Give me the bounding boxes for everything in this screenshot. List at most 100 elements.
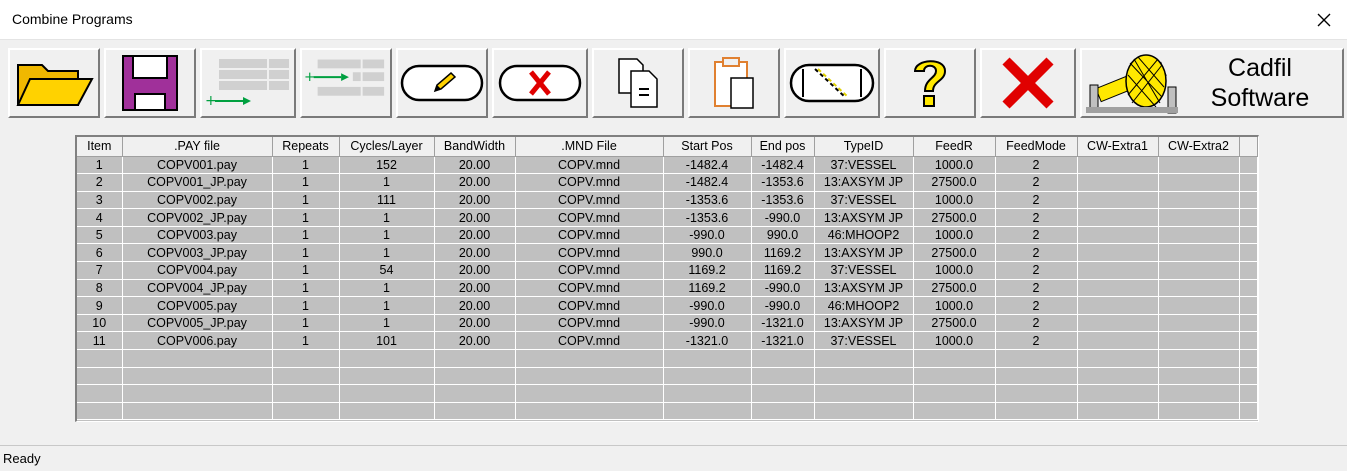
grid-cell[interactable]	[1077, 331, 1159, 351]
grid-cell[interactable]: 2	[995, 243, 1078, 263]
grid-cell[interactable]	[1077, 261, 1159, 280]
grid-cell[interactable]: 20.00	[434, 331, 516, 351]
grid-cell[interactable]: 2	[995, 261, 1078, 280]
grid-cell[interactable]: 10	[77, 314, 123, 333]
grid-cell[interactable]	[339, 402, 435, 421]
grid-cell[interactable]: 1	[272, 173, 340, 192]
close-window-button[interactable]	[1301, 0, 1347, 40]
grid-cell[interactable]	[1077, 173, 1159, 192]
grid-cell[interactable]	[1077, 226, 1159, 245]
grid-cell[interactable]	[122, 349, 273, 368]
grid-cell[interactable]: COPV003_JP.pay	[122, 243, 273, 263]
grid-cell[interactable]	[913, 384, 996, 403]
grid-cell[interactable]: -990.0	[751, 296, 815, 315]
grid-cell[interactable]: 1000.0	[913, 226, 996, 245]
grid-cell[interactable]: 1	[339, 173, 435, 192]
grid-cell[interactable]	[1077, 384, 1159, 403]
grid-cell[interactable]: 1	[272, 314, 340, 333]
grid-cell[interactable]	[515, 367, 664, 386]
empty-row[interactable]	[77, 349, 1258, 368]
grid-cell[interactable]	[814, 349, 914, 368]
grid-cell[interactable]: 2	[995, 296, 1078, 315]
copy-button[interactable]	[592, 48, 684, 118]
grid-cell[interactable]: 1	[272, 331, 340, 351]
grid-cell[interactable]	[1158, 279, 1240, 298]
table-row[interactable]: 7 COPV004.pay 1 54 20.00 COPV.mnd 1169.2 1169.2…	[77, 261, 1258, 280]
grid-cell[interactable]	[1158, 226, 1240, 245]
grid-cell[interactable]: COPV005_JP.pay	[122, 314, 273, 333]
grid-cell[interactable]	[1239, 384, 1258, 403]
grid-cell[interactable]: 9	[77, 296, 123, 315]
empty-row[interactable]	[77, 367, 1258, 386]
grid-cell[interactable]	[913, 349, 996, 368]
programs-grid[interactable]: Item .PAY file Repeats Cycles/Layer BandWidt…	[75, 135, 1259, 422]
column-header[interactable]: Start Pos	[663, 137, 752, 157]
grid-cell[interactable]	[1158, 331, 1240, 351]
grid-cell[interactable]	[995, 402, 1078, 421]
column-header[interactable]: End pos	[751, 137, 815, 157]
grid-cell[interactable]: 20.00	[434, 226, 516, 245]
grid-cell[interactable]	[751, 384, 815, 403]
grid-cell[interactable]: 27500.0	[913, 208, 996, 227]
grid-cell[interactable]	[1077, 367, 1159, 386]
grid-cell[interactable]: 13:AXSYM JP	[814, 279, 914, 298]
grid-cell[interactable]: COPV002_JP.pay	[122, 208, 273, 227]
grid-cell[interactable]	[515, 402, 664, 421]
grid-cell[interactable]	[1239, 367, 1258, 386]
grid-cell[interactable]: 111	[339, 191, 435, 210]
column-header[interactable]: BandWidth	[434, 137, 516, 157]
grid-cell[interactable]: 4	[77, 208, 123, 227]
column-header[interactable]: FeedMode	[995, 137, 1078, 157]
grid-cell[interactable]	[1077, 191, 1159, 210]
table-row[interactable]: 6 COPV003_JP.pay 1 1 20.00 COPV.mnd 990.0 1169.…	[77, 243, 1258, 263]
grid-cell[interactable]	[663, 384, 752, 403]
table-row[interactable]: 1 COPV001.pay 1 152 20.00 COPV.mnd -1482.4 -148…	[77, 156, 1258, 175]
grid-cell[interactable]: COPV.mnd	[515, 314, 664, 333]
grid-cell[interactable]: 20.00	[434, 208, 516, 227]
grid-cell[interactable]: COPV002.pay	[122, 191, 273, 210]
grid-cell[interactable]: 20.00	[434, 243, 516, 263]
grid-cell[interactable]: 990.0	[751, 226, 815, 245]
grid-cell[interactable]: -990.0	[663, 296, 752, 315]
open-folder-button[interactable]	[8, 48, 100, 118]
grid-cell[interactable]	[995, 384, 1078, 403]
grid-cell[interactable]: COPV001_JP.pay	[122, 173, 273, 192]
edit-button[interactable]	[396, 48, 488, 118]
column-header[interactable]: .PAY file	[122, 137, 273, 157]
grid-cell[interactable]: 152	[339, 156, 435, 175]
grid-cell[interactable]: COPV005.pay	[122, 296, 273, 315]
column-header[interactable]: Repeats	[272, 137, 340, 157]
grid-cell[interactable]	[272, 367, 340, 386]
grid-cell[interactable]: -1482.4	[663, 156, 752, 175]
grid-cell[interactable]: COPV.mnd	[515, 261, 664, 280]
grid-cell[interactable]	[434, 384, 516, 403]
grid-cell[interactable]: 101	[339, 331, 435, 351]
grid-cell[interactable]	[272, 349, 340, 368]
grid-cell[interactable]: 54	[339, 261, 435, 280]
grid-cell[interactable]	[515, 349, 664, 368]
delete-button[interactable]	[492, 48, 588, 118]
grid-cell[interactable]	[122, 367, 273, 386]
grid-cell[interactable]: 1	[339, 208, 435, 227]
grid-cell[interactable]: -1353.6	[751, 173, 815, 192]
grid-cell[interactable]: 2	[995, 156, 1078, 175]
grid-cell[interactable]: -1353.6	[751, 191, 815, 210]
grid-cell[interactable]: 1169.2	[751, 261, 815, 280]
grid-cell[interactable]	[1158, 296, 1240, 315]
grid-cell[interactable]	[1158, 261, 1240, 280]
grid-cell[interactable]: 13:AXSYM JP	[814, 243, 914, 263]
grid-cell[interactable]	[814, 384, 914, 403]
grid-cell[interactable]	[339, 367, 435, 386]
grid-cell[interactable]: 27500.0	[913, 243, 996, 263]
grid-cell[interactable]: -990.0	[751, 208, 815, 227]
grid-cell[interactable]	[913, 367, 996, 386]
grid-cell[interactable]: 1000.0	[913, 261, 996, 280]
grid-cell[interactable]	[1158, 156, 1240, 175]
grid-cell[interactable]: COPV.mnd	[515, 156, 664, 175]
grid-cell[interactable]	[1158, 402, 1240, 421]
grid-cell[interactable]: 2	[995, 208, 1078, 227]
table-row[interactable]: 9 COPV005.pay 1 1 20.00 COPV.mnd -990.0 -990.0 4…	[77, 296, 1258, 315]
table-row[interactable]: 3 COPV002.pay 1 111 20.00 COPV.mnd -1353.6 -135…	[77, 191, 1258, 210]
grid-cell[interactable]	[1158, 191, 1240, 210]
grid-cell[interactable]: 20.00	[434, 191, 516, 210]
